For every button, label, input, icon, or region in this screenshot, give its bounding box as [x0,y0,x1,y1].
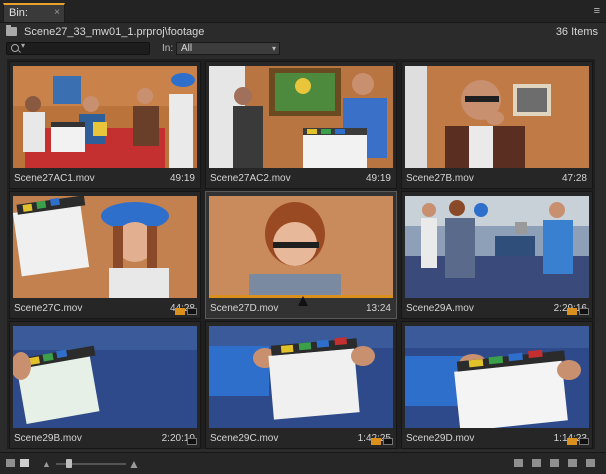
clip-name: Scene29D.mov [406,433,475,444]
clip-duration: 13:24 [365,303,391,314]
in-label: In: [162,43,174,54]
clip-thumbnail[interactable] [405,196,589,298]
badge-icon [567,438,577,445]
badge-icon [187,438,197,445]
find-icon[interactable] [532,459,541,467]
close-icon[interactable]: × [54,5,60,21]
in-select-value: All [181,43,193,54]
search-input[interactable]: ▾ [6,41,150,55]
clip-item[interactable]: Scene29B.mov 2:20:10 [9,321,201,449]
item-count: 36 Items [555,26,598,38]
clip-thumbnail[interactable] [405,326,589,428]
clip-thumbnail[interactable] [13,196,197,298]
badge-icon [579,438,589,445]
panel-menu-icon[interactable]: ≡ [594,5,600,17]
clip-item[interactable]: Scene29A.mov 2:29:16 [401,191,593,319]
clip-thumbnail[interactable] [405,66,589,168]
clip-name: Scene27AC1.mov [14,173,95,184]
badge-icon [175,308,185,315]
clip-grid: Scene27AC1.mov 49:19 Scene27AC2.mov 49:1… [7,59,595,449]
zoom-slider-handle[interactable] [66,459,72,468]
clip-thumbnail[interactable] [13,326,197,428]
clip-item[interactable]: Scene27AC2.mov 49:19 [205,61,397,189]
clip-thumbnail[interactable] [209,326,393,428]
automate-to-sequence-icon[interactable] [514,459,523,467]
panel-tab-bar: Bin: footage × ≡ [0,0,606,35]
new-bin-icon[interactable] [550,459,559,467]
clip-name: Scene27B.mov [406,173,474,184]
trash-icon[interactable] [586,459,595,467]
chevron-down-icon: ▾ [271,44,276,53]
clip-name: Scene27D.mov [210,303,279,314]
clip-name: Scene27C.mov [14,303,83,314]
clip-duration: 47:28 [561,173,587,184]
icon-view-icon[interactable] [20,459,29,467]
clip-item[interactable]: Scene27B.mov 47:28 [401,61,593,189]
filter-row: ▾ In: All ▾ [0,41,606,57]
bin-icon [6,25,17,36]
search-icon [11,44,19,52]
clip-thumbnail[interactable] [13,66,197,168]
clip-name: Scene29C.mov [210,433,279,444]
bin-path: Scene27_33_mw01_1.prproj\footage [24,26,205,38]
clip-name: Scene29B.mov [14,433,82,444]
new-item-icon[interactable] [568,459,577,467]
clip-duration: 49:19 [169,173,195,184]
in-select[interactable]: All ▾ [176,42,280,55]
badge-icon [187,308,197,315]
clip-thumbnail[interactable] [209,66,393,168]
clip-item[interactable]: Scene29D.mov 1:14:23 [401,321,593,449]
mouse-cursor-icon [298,296,308,306]
list-view-icon[interactable] [6,459,15,467]
clip-thumbnail[interactable] [209,196,393,298]
chevron-down-icon: ▾ [21,41,26,50]
badge-icon [383,438,393,445]
clip-duration: 49:19 [365,173,391,184]
clip-item[interactable]: Scene27AC1.mov 49:19 [9,61,201,189]
badge-icon [371,438,381,445]
zoom-in-icon[interactable]: ▲ [128,457,140,471]
clip-name: Scene29A.mov [406,303,474,314]
zoom-out-icon[interactable]: ▲ [42,459,51,469]
clip-name: Scene27AC2.mov [210,173,291,184]
bin-path-bar: Scene27_33_mw01_1.prproj\footage 36 Item… [0,23,606,41]
clip-item[interactable]: Scene29C.mov 1:42:25 [205,321,397,449]
badge-icon [567,308,577,315]
badge-icon [579,308,589,315]
clip-item[interactable]: Scene27C.mov 44:28 [9,191,201,319]
status-bar: ▲ ▲ [0,452,606,474]
tab-bin-footage[interactable]: Bin: footage × [3,3,65,35]
